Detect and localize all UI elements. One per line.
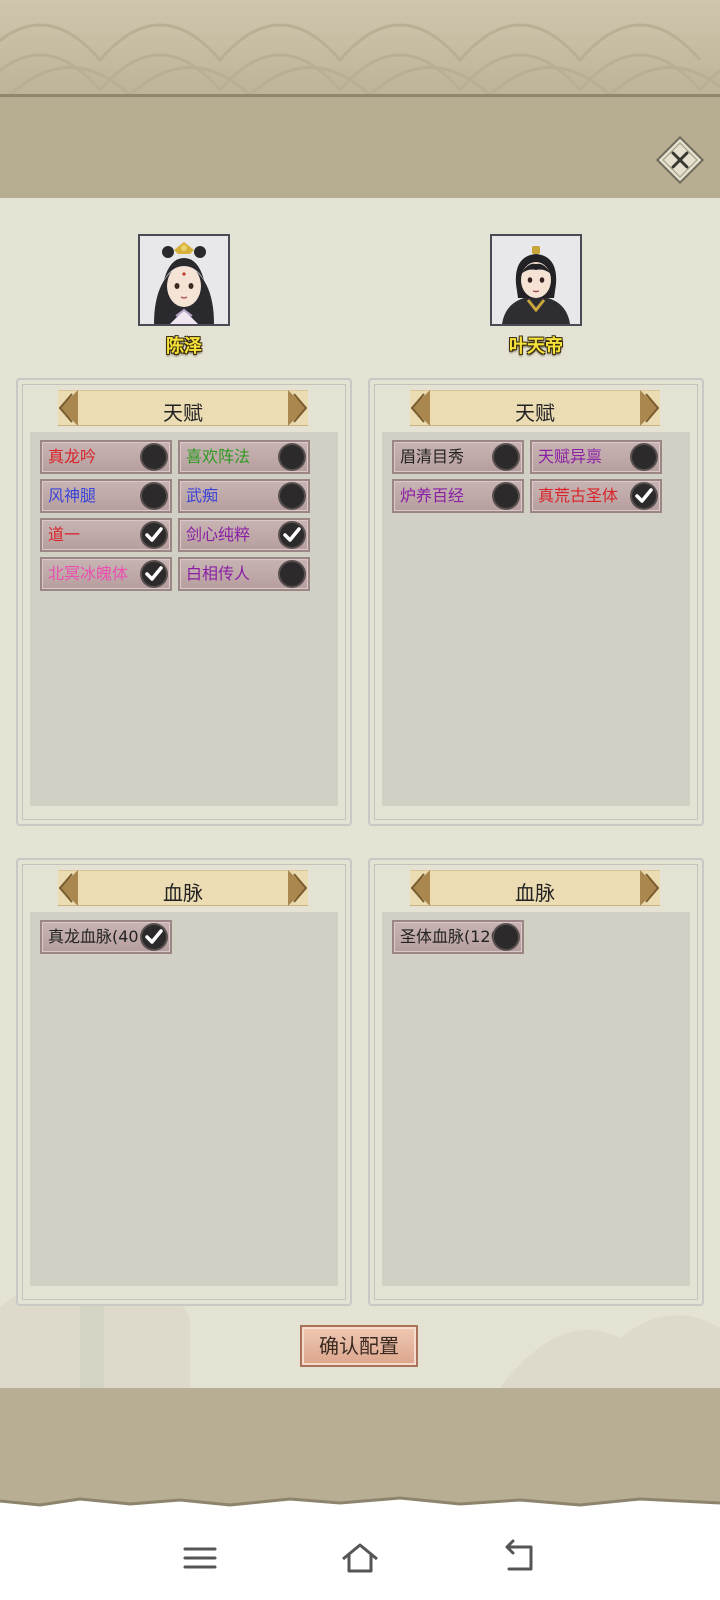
bloodline-list: 真龙血脉(40 (30, 912, 338, 1286)
left-talent-panel: 天赋 真龙吟 喜欢阵法风神腿 武痴道一 剑心纯粹北冥冰魄体 白相传人 (16, 378, 352, 826)
panel-title: 天赋 (515, 401, 555, 425)
confirm-config-button[interactable]: 确认配置 (300, 1325, 418, 1367)
panel-banner: 血脉 (58, 870, 308, 906)
panel-title: 血脉 (515, 881, 555, 905)
tag-item[interactable]: 喜欢阵法 (178, 440, 310, 474)
left-bloodline-panel: 血脉 真龙血脉(40 (16, 858, 352, 1306)
tag-item[interactable]: 眉清目秀 (392, 440, 524, 474)
tag-item[interactable]: 剑心纯粹 (178, 518, 310, 552)
unchecked-dot-icon[interactable] (142, 484, 166, 508)
close-icon (655, 135, 705, 185)
tag-item[interactable]: 真龙血脉(40 (40, 920, 172, 954)
cloud-pattern-icon (0, 23, 720, 98)
tag-label: 风神腿 (48, 486, 97, 505)
tag-item[interactable]: 真荒古圣体 (530, 479, 662, 513)
avatar[interactable] (138, 234, 230, 326)
tag-label: 真龙血脉(40 (48, 927, 139, 946)
unchecked-dot-icon[interactable] (280, 484, 304, 508)
tag-label: 圣体血脉(120) (400, 927, 508, 946)
header-band (0, 94, 720, 198)
checkmark-icon[interactable] (632, 484, 656, 508)
tag-label: 道一 (48, 525, 81, 544)
tag-label: 眉清目秀 (400, 447, 465, 466)
back-button[interactable] (495, 1533, 545, 1583)
unchecked-dot-icon[interactable] (632, 445, 656, 469)
checkmark-icon[interactable] (142, 523, 166, 547)
panel-title: 血脉 (163, 881, 203, 905)
right-talent-panel: 天赋 眉清目秀 天赋异禀炉养百经 真荒古圣体 (368, 378, 704, 826)
back-icon (505, 1539, 533, 1571)
panel-banner: 天赋 (410, 390, 660, 426)
unchecked-dot-icon[interactable] (494, 445, 518, 469)
arrow-right-icon[interactable] (288, 390, 310, 426)
menu-button[interactable] (175, 1533, 225, 1583)
tag-item[interactable]: 炉养百经 (392, 479, 524, 513)
panel-banner: 血脉 (410, 870, 660, 906)
tag-label: 武痴 (186, 486, 219, 505)
female-portrait-icon (140, 236, 228, 324)
close-button[interactable] (654, 134, 706, 186)
tag-label: 炉养百经 (400, 486, 465, 505)
tag-label: 真龙吟 (48, 447, 97, 466)
panel-banner: 天赋 (58, 390, 308, 426)
arrow-right-icon[interactable] (640, 870, 662, 906)
character-left[interactable]: 陈泽 (114, 234, 254, 358)
panel-title: 天赋 (163, 401, 203, 425)
unchecked-dot-icon[interactable] (142, 445, 166, 469)
male-portrait-icon (492, 236, 580, 324)
unchecked-dot-icon[interactable] (280, 562, 304, 586)
tag-item[interactable]: 武痴 (178, 479, 310, 513)
tag-item[interactable]: 北冥冰魄体 (40, 557, 172, 591)
menu-icon (183, 1547, 217, 1569)
character-name: 陈泽 (166, 336, 202, 357)
character-name: 叶天帝 (509, 336, 563, 357)
tag-item[interactable]: 圣体血脉(120) (392, 920, 524, 954)
tag-item[interactable]: 风神腿 (40, 479, 172, 513)
tag-label: 喜欢阵法 (186, 447, 251, 466)
tag-label: 白相传人 (186, 564, 251, 583)
avatar[interactable] (490, 234, 582, 326)
bloodline-list: 圣体血脉(120) (382, 912, 690, 1286)
unchecked-dot-icon[interactable] (280, 445, 304, 469)
tag-label: 北冥冰魄体 (48, 564, 129, 583)
tag-item[interactable]: 道一 (40, 518, 172, 552)
arrow-right-icon[interactable] (288, 870, 310, 906)
tag-item[interactable]: 天赋异禀 (530, 440, 662, 474)
bottom-decor-band (0, 1388, 720, 1515)
system-nav-bar (0, 1515, 720, 1600)
tag-label: 剑心纯粹 (186, 525, 251, 544)
torn-edge-icon (0, 1496, 720, 1515)
tag-item[interactable]: 白相传人 (178, 557, 310, 591)
unchecked-dot-icon[interactable] (494, 484, 518, 508)
tag-label: 天赋异禀 (538, 447, 603, 466)
home-button[interactable] (335, 1533, 385, 1583)
tag-item[interactable]: 真龙吟 (40, 440, 172, 474)
arrow-right-icon[interactable] (640, 390, 662, 426)
top-decor-band (0, 0, 720, 98)
checkmark-icon[interactable] (142, 562, 166, 586)
checkmark-icon[interactable] (280, 523, 304, 547)
talent-list: 真龙吟 喜欢阵法风神腿 武痴道一 剑心纯粹北冥冰魄体 白相传人 (30, 432, 338, 806)
talent-list: 眉清目秀 天赋异禀炉养百经 真荒古圣体 (382, 432, 690, 806)
home-icon (342, 1543, 378, 1573)
checkmark-icon[interactable] (142, 925, 166, 949)
character-right[interactable]: 叶天帝 (466, 234, 606, 358)
unchecked-dot-icon[interactable] (494, 925, 518, 949)
right-bloodline-panel: 血脉 圣体血脉(120) (368, 858, 704, 1306)
tag-label: 真荒古圣体 (538, 486, 619, 505)
